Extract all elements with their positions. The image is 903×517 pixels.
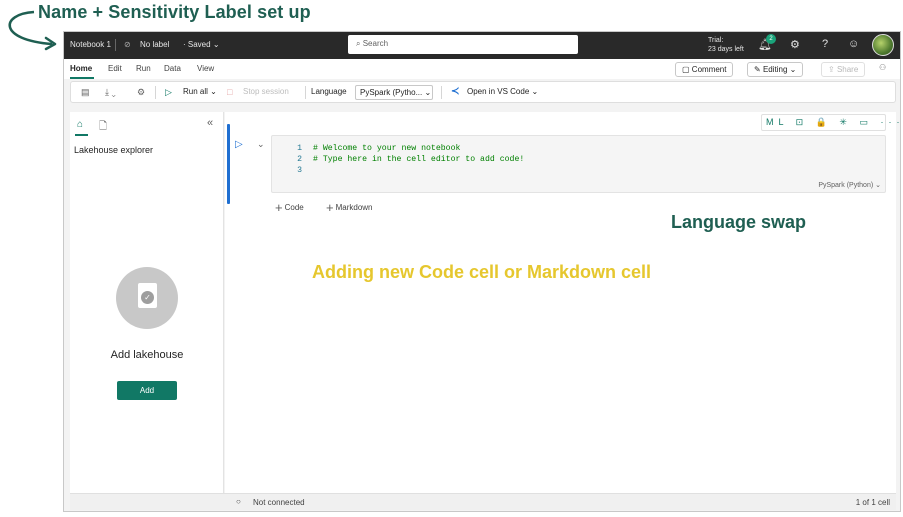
line-number: 2	[297, 155, 302, 164]
check-icon: ✓	[141, 291, 154, 304]
notebook-canvas: ▷ ⌄ ML ⊡ 🔒 ✳ ▭ ··· 🗑 1 # Welcome to your…	[225, 112, 900, 510]
line-number: 3	[297, 166, 302, 175]
run-all-button[interactable]: Run all ⌄	[183, 87, 217, 96]
status-bar: ○ Not connected 1 of 1 cell	[70, 493, 896, 510]
search-placeholder: Search	[362, 39, 389, 48]
tab-view[interactable]: View	[197, 64, 214, 73]
connection-status[interactable]: Not connected	[253, 498, 305, 507]
share-icon: ⇪	[828, 65, 835, 74]
collaborators-icon[interactable]: ⚇	[879, 63, 886, 72]
cell-options-chevron-icon[interactable]: ⌄	[257, 139, 265, 150]
comment-icon: ▢	[682, 65, 690, 74]
editing-mode-button[interactable]: ✎ Editing ⌄	[747, 62, 804, 77]
open-vscode-button[interactable]: Open in VS Code ⌄	[467, 87, 538, 96]
tab-home[interactable]: Home	[70, 64, 92, 73]
chevron-down-icon: ⌄	[875, 182, 881, 189]
add-markdown-label: Markdown	[335, 203, 373, 212]
add-markdown-cell-button[interactable]: + Markdown	[326, 200, 373, 215]
chevron-down-icon: ⌄	[424, 88, 432, 97]
tab-home-underline	[70, 77, 94, 79]
plus-icon: +	[326, 200, 334, 215]
chevron-down-icon: ⌄	[212, 40, 220, 49]
comment-label: Comment	[691, 65, 727, 74]
stop-icon: □	[227, 87, 233, 97]
share-button[interactable]: ⇪ Share	[821, 62, 866, 77]
resources-tab-icon[interactable]: 🗋︎	[99, 119, 107, 136]
cell-toolbar[interactable]: ML ⊡ 🔒 ✳ ▭ ··· 🗑	[761, 114, 900, 131]
cell-count: 1 of 1 cell	[855, 498, 890, 507]
chevron-down-icon: ⌄	[789, 65, 797, 74]
search-icon: ⌕	[356, 39, 361, 48]
sensitivity-label-icon: ⊘	[124, 40, 131, 49]
active-cell-indicator	[227, 124, 230, 204]
chevron-down-icon: ⌄	[210, 87, 217, 96]
lakehouse-tab-icon[interactable]: ⌂	[77, 119, 83, 130]
add-code-cell-button[interactable]: + Code	[275, 200, 304, 215]
run-icon[interactable]: ▷	[165, 87, 172, 98]
add-lakehouse-heading: Add lakehouse	[110, 349, 184, 361]
settings-icon[interactable]: ⚙	[137, 87, 145, 98]
notification-badge: 2	[766, 34, 776, 44]
add-lakehouse-button[interactable]: Add	[117, 381, 177, 400]
tab-run[interactable]: Run	[136, 64, 151, 73]
toolbar-divider	[305, 86, 306, 99]
top-bar: Notebook 1 ⊘ No label · Saved ⌄ ⌕ Search…	[64, 32, 900, 59]
help-icon[interactable]: ?	[822, 38, 828, 50]
toolbar-divider	[441, 86, 442, 99]
cell-language-selector[interactable]: PySpark (Python) ⌄	[818, 181, 881, 189]
panel-title: Lakehouse explorer	[74, 145, 154, 155]
stop-session-button[interactable]: Stop session	[243, 87, 289, 96]
language-label: Language	[311, 87, 347, 96]
open-vscode-label: Open in VS Code	[467, 87, 530, 96]
download-icon[interactable]: ⤓ ⌄	[105, 87, 116, 98]
plus-icon: +	[275, 200, 283, 215]
annotation-language-swap: Language swap	[671, 212, 807, 232]
trial-status[interactable]: Trial: 23 days left	[708, 36, 744, 54]
toolbar-divider	[155, 86, 156, 99]
run-all-label: Run all	[183, 87, 208, 96]
save-status[interactable]: · Saved ⌄	[183, 40, 220, 49]
divider	[115, 39, 116, 51]
ribbon-tabs: Home Edit Run Data View ▢ Comment ✎ Edit…	[64, 59, 900, 79]
line-number: 1	[297, 144, 302, 153]
run-cell-icon[interactable]: ▷	[235, 139, 243, 150]
lakehouse-tab-underline	[75, 134, 88, 136]
toolbar: ▤ ⤓ ⌄ ⚙ ▷ Run all ⌄ □ Stop session Langu…	[70, 81, 896, 103]
code-line: # Welcome to your new notebook	[313, 144, 461, 153]
trial-label: Trial:	[708, 37, 724, 44]
trial-days: 23 days left	[708, 46, 744, 53]
lakehouse-explorer-panel: ⌂ 🗋︎ « Lakehouse explorer ✓ Add lakehous…	[70, 112, 224, 510]
gear-icon[interactable]: ⚙	[790, 38, 800, 51]
search-input[interactable]: ⌕ Search	[348, 35, 578, 54]
connection-status-icon: ○	[236, 497, 241, 506]
language-select[interactable]: PySpark (Pytho... ⌄	[355, 85, 433, 100]
sensitivity-label[interactable]: No label	[140, 40, 169, 49]
vscode-icon: ≺	[451, 86, 460, 97]
feedback-icon[interactable]: ☺	[848, 38, 859, 50]
annotation-name-sensitivity: Name + Sensitivity Label set up	[38, 2, 311, 22]
editing-label: Editing	[762, 65, 788, 74]
comment-button[interactable]: ▢ Comment	[675, 62, 734, 77]
code-line: # Type here in the cell editor to add co…	[313, 155, 525, 164]
add-code-label: Code	[284, 203, 304, 212]
pencil-icon: ✎	[754, 65, 761, 74]
collapse-panel-icon[interactable]: «	[207, 117, 213, 129]
tab-data[interactable]: Data	[164, 64, 181, 73]
notebook-name[interactable]: Notebook 1	[70, 40, 111, 49]
chevron-down-icon: ⌄	[531, 87, 539, 96]
tab-edit[interactable]: Edit	[108, 64, 122, 73]
code-editor[interactable]: 1 # Welcome to your new notebook 2 # Typ…	[271, 135, 886, 193]
save-status-text: · Saved	[183, 40, 211, 49]
avatar[interactable]	[872, 34, 894, 56]
cell-language-label: PySpark (Python)	[818, 182, 874, 189]
share-label: Share	[836, 65, 859, 74]
notebook-settings-icon[interactable]: ▤	[81, 87, 90, 98]
language-value: PySpark (Pytho...	[360, 88, 423, 97]
annotation-add-cell: Adding new Code cell or Markdown cell	[312, 262, 652, 282]
